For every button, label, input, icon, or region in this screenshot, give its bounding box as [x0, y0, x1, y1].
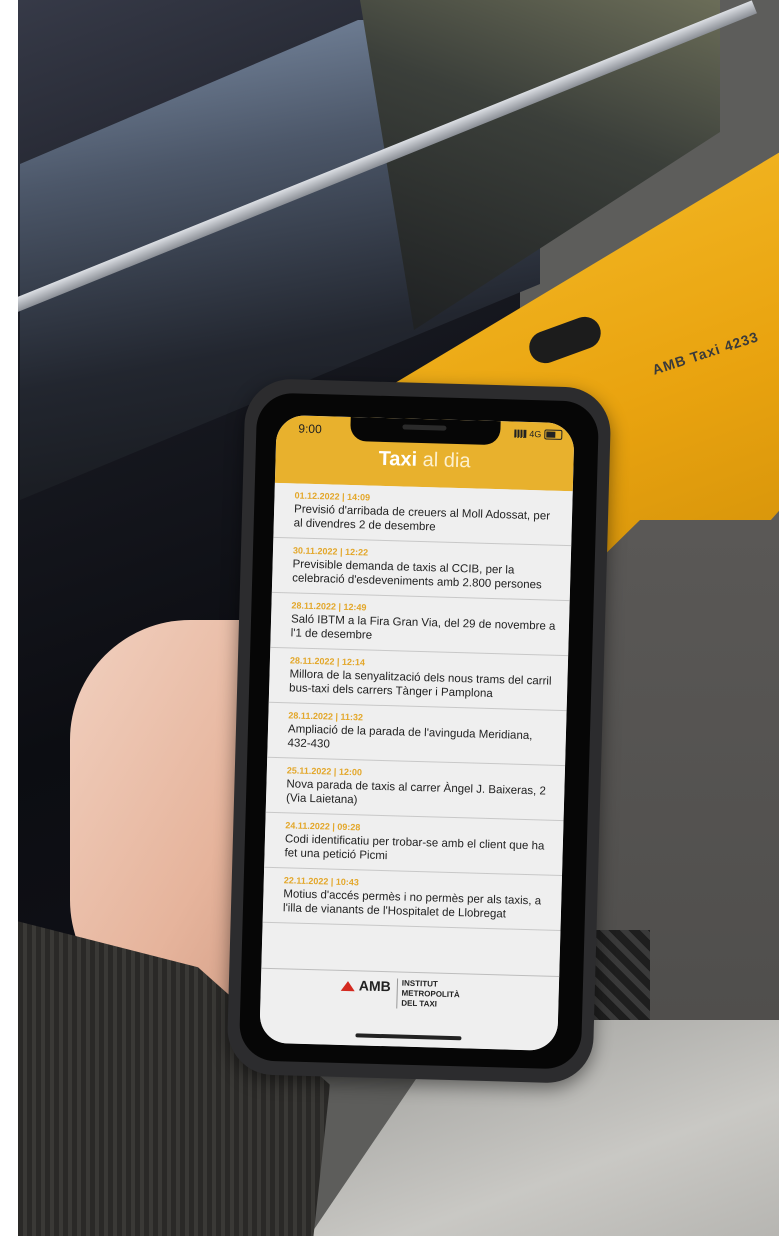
phone-screen: 9:00 4G Taxi al dia 01.12.2022 | 14:09 P… [259, 414, 575, 1051]
speaker-grille [402, 424, 447, 431]
smartphone: 9:00 4G Taxi al dia 01.12.2022 | 14:09 P… [226, 378, 612, 1084]
amb-logo[interactable]: AMB INSTITUT METROPOLITÀ DEL TAXI [340, 977, 461, 1011]
news-item[interactable]: 30.11.2022 | 12:22 Previsible demanda de… [271, 537, 572, 602]
institute-name: INSTITUT METROPOLITÀ DEL TAXI [396, 978, 461, 1011]
status-time: 9:00 [298, 421, 322, 437]
news-item[interactable]: 28.11.2022 | 12:49 Saló IBTM a la Fira G… [270, 592, 570, 657]
news-item[interactable]: 24.11.2022 | 09:28 Codi identificatiu pe… [264, 812, 564, 877]
amb-logo-text: AMB [358, 977, 391, 995]
network-label: 4G [529, 428, 542, 440]
institute-line-3: DEL TAXI [401, 998, 438, 1009]
image-border [0, 0, 18, 1236]
news-title: Saló IBTM a la Fira Gran Via, del 29 de … [290, 613, 556, 642]
app-footer: AMB INSTITUT METROPOLITÀ DEL TAXI [259, 967, 560, 1051]
app-title-bold: Taxi [378, 447, 418, 471]
status-indicators: 4G [514, 428, 563, 440]
app-title-light: al dia [422, 449, 471, 473]
amb-diamond-icon [340, 980, 355, 992]
news-title: Previsible demanda de taxis al CCIB, per… [292, 558, 542, 592]
notch [350, 416, 501, 446]
battery-icon [544, 429, 563, 440]
app-title: Taxi al dia [275, 445, 574, 476]
news-item[interactable]: 22.11.2022 | 10:43 Motius d'accés permès… [262, 867, 563, 932]
news-title: Ampliació de la parada de l'avinguda Mer… [287, 723, 533, 751]
news-item[interactable]: 28.11.2022 | 12:14 Millora de la senyali… [268, 647, 569, 712]
news-feed[interactable]: 01.12.2022 | 14:09 Previsió d'arribada d… [261, 482, 573, 978]
news-item[interactable]: 25.11.2022 | 12:00 Nova parada de taxis … [265, 757, 566, 822]
news-title: Millora de la senyalització dels nous tr… [288, 668, 552, 701]
news-title: Motius d'accés permès i no permès per al… [282, 888, 542, 921]
signal-icon [514, 429, 527, 438]
phone-bezel: 9:00 4G Taxi al dia 01.12.2022 | 14:09 P… [238, 392, 600, 1070]
news-title: Previsió d'arribada de creuers al Moll A… [293, 503, 551, 534]
news-title: Nova parada de taxis al carrer Àngel J. … [285, 778, 547, 807]
home-indicator[interactable] [355, 1033, 462, 1041]
news-item[interactable]: 28.11.2022 | 11:32 Ampliació de la parad… [267, 702, 567, 767]
news-item[interactable]: 01.12.2022 | 14:09 Previsió d'arribada d… [273, 482, 573, 547]
news-title: Codi identificatiu per trobar-se amb el … [284, 833, 545, 863]
